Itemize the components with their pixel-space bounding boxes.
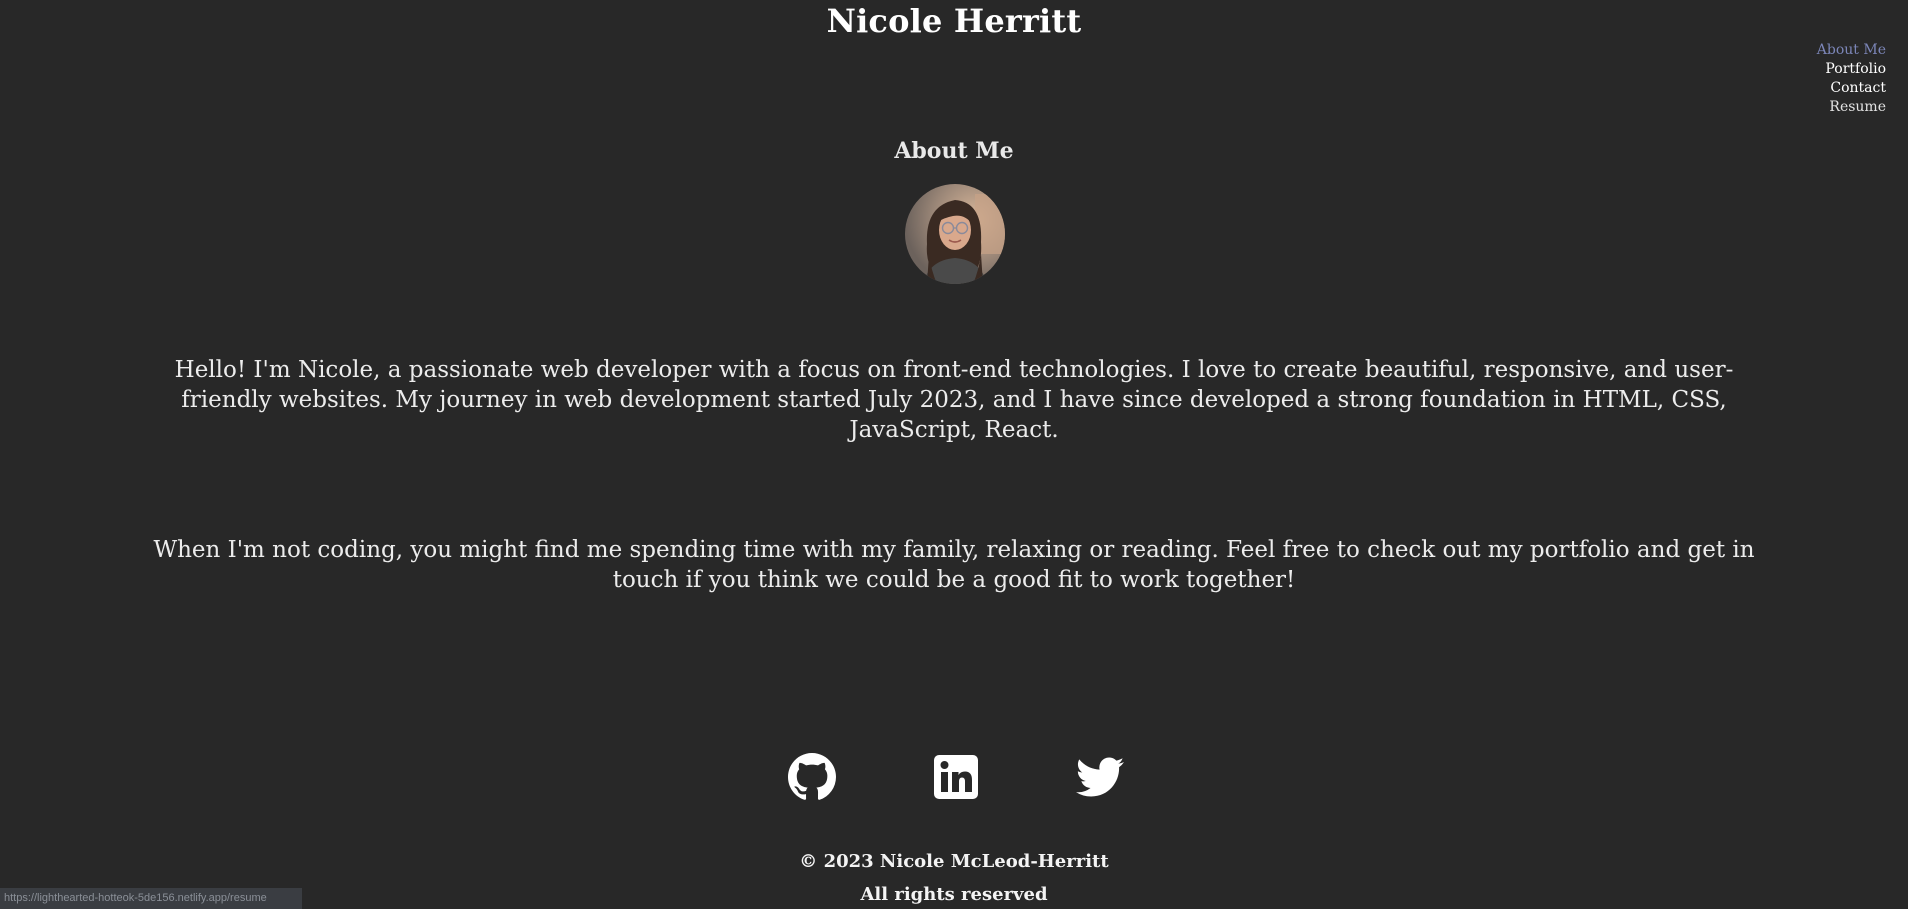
nav-link-portfolio[interactable]: Portfolio [1817, 60, 1886, 79]
profile-photo-icon [905, 184, 1005, 284]
browser-status-url: https://lighthearted-hotteok-5de156.netl… [0, 888, 302, 909]
site-title: Nicole Herritt [826, 2, 1082, 40]
about-heading: About Me [894, 138, 1014, 164]
nav-link-contact[interactable]: Contact [1817, 79, 1886, 98]
copyright-text: © 2023 Nicole McLeod-Herritt [799, 851, 1109, 872]
about-paragraph-intro: Hello! I'm Nicole, a passionate web deve… [174, 357, 1734, 443]
nav-link-resume[interactable]: Resume [1817, 98, 1886, 117]
twitter-icon[interactable] [1076, 753, 1124, 801]
page: Nicole Herritt About Me Portfolio Contac… [0, 0, 1908, 909]
nav-link-about-me[interactable]: About Me [1817, 41, 1886, 60]
main-nav: About Me Portfolio Contact Resume [1817, 41, 1886, 117]
github-icon[interactable] [788, 753, 836, 801]
about-paragraph-personal: When I'm not coding, you might find me s… [153, 537, 1755, 593]
profile-photo [905, 184, 1005, 284]
social-links [0, 753, 1908, 801]
linkedin-icon[interactable] [932, 753, 980, 801]
